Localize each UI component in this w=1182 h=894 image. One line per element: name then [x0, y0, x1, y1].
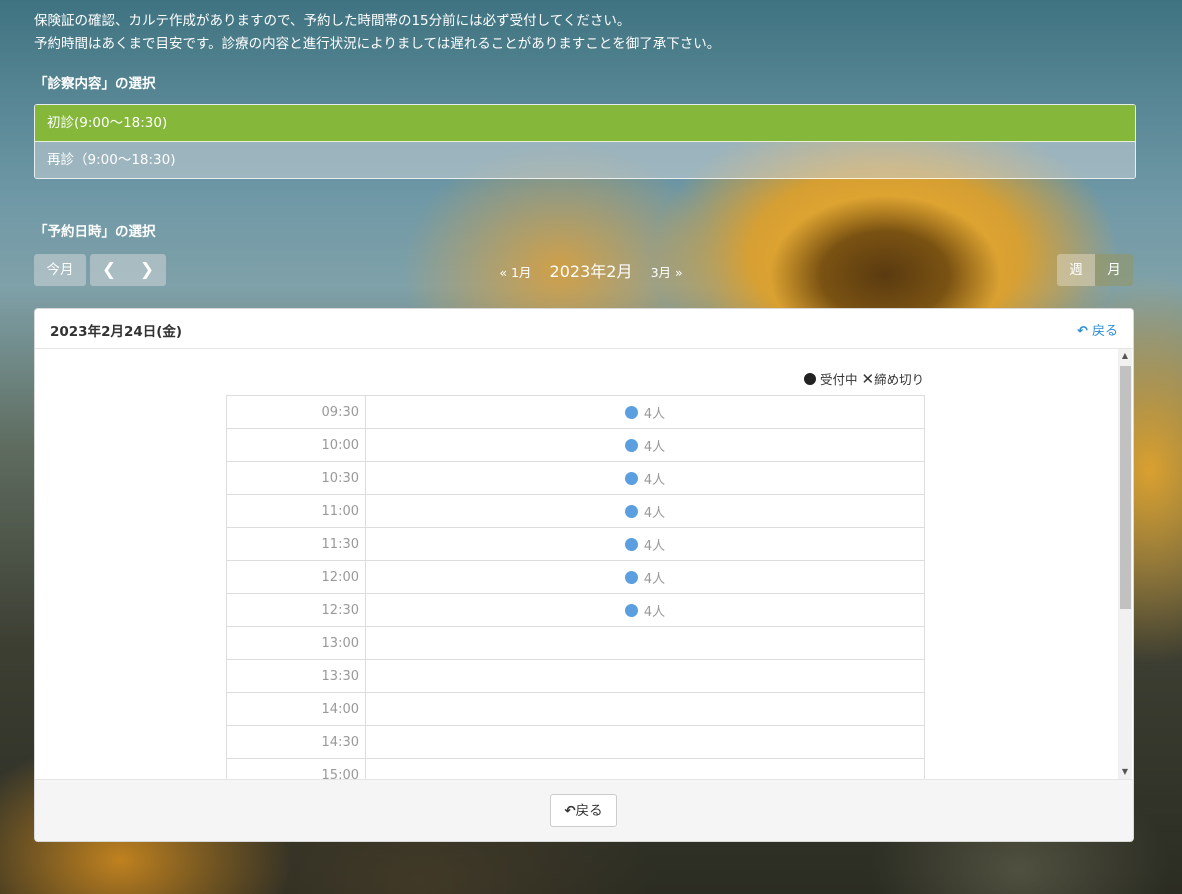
- double-chevron-left-icon: «: [499, 265, 507, 280]
- slot-availability: [365, 725, 925, 759]
- notice-line-1: 保険証の確認、カルテ作成がありますので、予約した時間帯の15分前には必ず受付して…: [34, 13, 631, 29]
- month-view-button[interactable]: 月: [1095, 254, 1133, 286]
- view-toggle: 週 月: [1057, 254, 1133, 286]
- slot-time: 14:30: [226, 725, 366, 759]
- slot-availability: [365, 626, 925, 660]
- service-list: 初診(9:00～18:30) 再診（9:00～18:30): [34, 104, 1136, 179]
- header-back-label: 戻る: [1091, 324, 1118, 339]
- table-row: 13:30: [226, 659, 925, 693]
- slot-availability[interactable]: 4人: [365, 560, 925, 594]
- current-month: 2023年2月: [549, 262, 633, 281]
- slot-time: 11:00: [226, 494, 366, 528]
- week-view-button[interactable]: 週: [1057, 254, 1095, 286]
- available-dot-icon: [624, 603, 638, 617]
- table-row[interactable]: 10:30 4人: [226, 461, 925, 495]
- selected-date: 2023年2月24日(金): [50, 324, 183, 340]
- date-section-title: 「予約日時」の選択: [34, 224, 156, 240]
- slot-capacity: 4人: [643, 439, 666, 455]
- scroll-thumb[interactable]: [1120, 366, 1131, 609]
- open-dot-icon: [804, 373, 816, 385]
- table-row[interactable]: 09:30 4人: [226, 395, 925, 429]
- slot-availability: [365, 758, 925, 779]
- slot-capacity: 4人: [643, 406, 666, 422]
- time-slot-table: 09:30 4人 10:00 4人 10:30 4人 11:00 4人 11:30 4人 12:00…: [226, 395, 925, 779]
- service-section-title: 「診察内容」の選択: [34, 76, 156, 92]
- available-dot-icon: [624, 504, 638, 518]
- slot-availability[interactable]: 4人: [365, 395, 925, 429]
- table-row[interactable]: 10:00 4人: [226, 428, 925, 462]
- day-slots-panel: 2023年2月24日(金) ↶ 戻る 受付中 ✕締め切り 09:30 4人 10:0…: [34, 308, 1134, 842]
- notice-line-2: 予約時間はあくまで目安です。診療の内容と進行状況によりましては遅れることがありま…: [34, 36, 721, 52]
- next-month-link[interactable]: 3月 »: [651, 265, 683, 280]
- table-row[interactable]: 12:00 4人: [226, 560, 925, 594]
- slot-time: 12:00: [226, 560, 366, 594]
- scroll-down-icon[interactable]: ▼: [1118, 765, 1132, 779]
- available-dot-icon: [624, 471, 638, 485]
- table-row[interactable]: 12:30 4人: [226, 593, 925, 627]
- legend: 受付中 ✕締め切り: [804, 369, 924, 388]
- service-item-return-visit[interactable]: 再診（9:00～18:30): [35, 142, 1135, 178]
- slot-availability[interactable]: 4人: [365, 593, 925, 627]
- table-row: 15:00: [226, 758, 925, 779]
- legend-open-label: 受付中: [819, 372, 858, 387]
- slot-time: 10:00: [226, 428, 366, 462]
- slot-time: 11:30: [226, 527, 366, 561]
- prev-month-link[interactable]: « 1月: [499, 265, 531, 280]
- close-x-icon: ✕: [861, 370, 875, 388]
- table-row[interactable]: 11:30 4人: [226, 527, 925, 561]
- slot-availability[interactable]: 4人: [365, 527, 925, 561]
- undo-icon: ↶: [564, 803, 576, 819]
- slot-scroll-area[interactable]: 受付中 ✕締め切り 09:30 4人 10:00 4人 10:30 4人 11:00 4人 11…: [35, 349, 1133, 779]
- available-dot-icon: [624, 405, 638, 419]
- slot-time: 09:30: [226, 395, 366, 429]
- slot-availability: [365, 692, 925, 726]
- footer-back-button[interactable]: ↶戻る: [550, 794, 617, 827]
- available-dot-icon: [624, 537, 638, 551]
- slot-time: 13:00: [226, 626, 366, 660]
- slot-availability[interactable]: 4人: [365, 461, 925, 495]
- footer-back-label: 戻る: [575, 803, 603, 819]
- slot-capacity: 4人: [643, 604, 666, 620]
- slot-availability[interactable]: 4人: [365, 494, 925, 528]
- panel-footer: ↶戻る: [35, 779, 1133, 841]
- table-row: 14:00: [226, 692, 925, 726]
- reservation-notice: 保険証の確認、カルテ作成がありますので、予約した時間帯の15分前には必ず受付して…: [34, 10, 720, 56]
- table-row: 13:00: [226, 626, 925, 660]
- available-dot-icon: [624, 438, 638, 452]
- table-row: 14:30: [226, 725, 925, 759]
- slot-availability[interactable]: 4人: [365, 428, 925, 462]
- scroll-up-icon[interactable]: ▲: [1118, 349, 1132, 363]
- slot-time: 14:00: [226, 692, 366, 726]
- slot-time: 15:00: [226, 758, 366, 779]
- available-dot-icon: [624, 570, 638, 584]
- slot-availability: [365, 659, 925, 693]
- vertical-scrollbar[interactable]: ▲ ▼: [1118, 349, 1132, 779]
- slot-time: 10:30: [226, 461, 366, 495]
- slot-time: 13:30: [226, 659, 366, 693]
- slot-time: 12:30: [226, 593, 366, 627]
- legend-closed-label: 締め切り: [874, 372, 925, 387]
- header-back-link[interactable]: ↶ 戻る: [1077, 320, 1118, 339]
- table-row[interactable]: 11:00 4人: [226, 494, 925, 528]
- prev-month-label: 1月: [510, 265, 532, 280]
- next-month-label: 3月: [650, 265, 672, 280]
- slot-capacity: 4人: [643, 472, 666, 488]
- panel-header: 2023年2月24日(金) ↶ 戻る: [35, 309, 1133, 349]
- slot-capacity: 4人: [643, 571, 666, 587]
- service-item-first-visit[interactable]: 初診(9:00～18:30): [35, 105, 1135, 142]
- slot-capacity: 4人: [643, 538, 666, 554]
- double-chevron-right-icon: »: [675, 265, 683, 280]
- month-navigation: « 1月 2023年2月 3月 »: [0, 258, 1182, 282]
- slot-capacity: 4人: [643, 505, 666, 521]
- undo-icon: ↶: [1076, 324, 1088, 339]
